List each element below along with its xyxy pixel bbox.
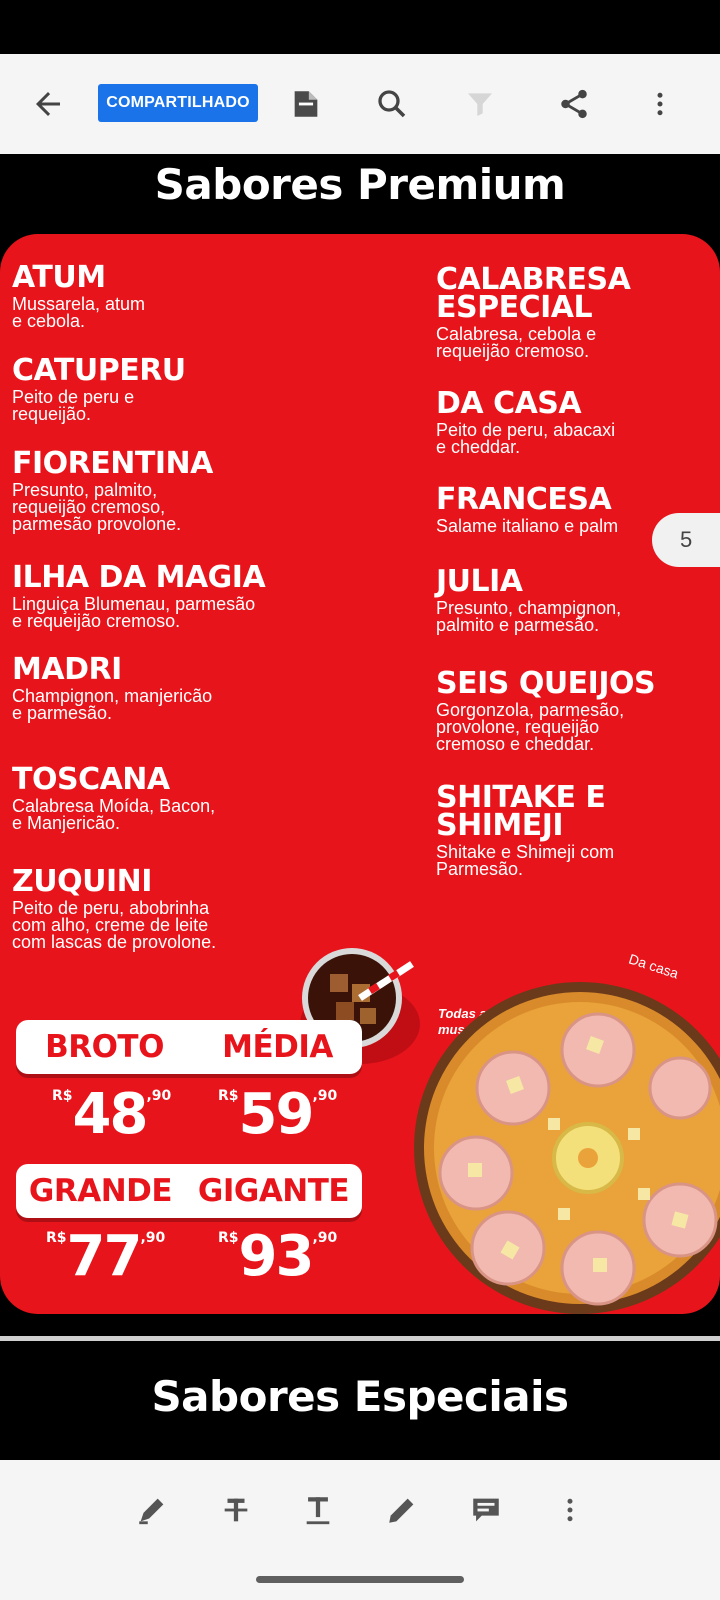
size-label-gigante: GIGANTE	[197, 1173, 350, 1209]
flavor-name: ZUQUINI	[12, 864, 152, 899]
flavor-name: JULIA	[436, 564, 523, 599]
pen-icon[interactable]	[378, 1486, 426, 1534]
price-integer: 77	[66, 1224, 143, 1289]
share-icon[interactable]	[550, 80, 598, 128]
more-vert-icon[interactable]	[636, 80, 684, 128]
reading-mode-icon[interactable]	[282, 80, 330, 128]
section-title-especiais: Sabores Especiais	[151, 1372, 569, 1421]
flavor-description: Calabresa, cebola e requeijão cremoso.	[436, 324, 597, 361]
currency-label: R$	[52, 1088, 73, 1104]
size-label-media: MÉDIA	[222, 1029, 333, 1065]
status-bar	[0, 0, 720, 54]
flavor-description: Peito de peru, abobrinha com alho, creme…	[12, 898, 217, 952]
search-icon[interactable]	[368, 80, 416, 128]
flavor-item: ILHA DA MAGIA Linguiça Blumenau, parmesão…	[12, 560, 266, 631]
flavor-name: TOSCANA	[12, 762, 170, 797]
price-cents: ,90	[146, 1088, 172, 1104]
flavor-description: Shitake e Shimeji com Parmesão.	[436, 842, 615, 879]
highlighter-icon[interactable]	[128, 1486, 176, 1534]
flavor-item: MADRI Champignon, manjericão e parmesão.	[12, 652, 213, 723]
shared-badge[interactable]: COMPARTILHADO	[98, 84, 258, 122]
price-integer: 48	[72, 1082, 149, 1147]
page-divider	[0, 1336, 720, 1341]
currency-label: R$	[218, 1230, 239, 1246]
bottom-toolbar	[0, 1460, 720, 1560]
top-toolbar: COMPARTILHADO	[0, 54, 720, 154]
flavor-item: DA CASA Peito de peru, abacaxi e cheddar.	[436, 386, 616, 457]
flavor-name: ATUM	[12, 260, 106, 295]
price-media: R$59,90	[218, 1082, 337, 1147]
comment-icon[interactable]	[462, 1486, 510, 1534]
flavor-item: ZUQUINI Peito de peru, abobrinha com alho…	[12, 864, 217, 952]
section-title-premium: Sabores Premium	[154, 160, 566, 209]
flavor-name: SEIS QUEIJOS	[436, 666, 656, 701]
price-cents: ,90	[312, 1088, 338, 1104]
size-label-grande: GRANDE	[28, 1173, 173, 1209]
back-arrow-icon[interactable]	[24, 80, 72, 128]
flavor-item: CALABRESA ESPECIAL Calabresa, cebola e re…	[436, 262, 631, 361]
flavor-description: Peito de peru e requeijão.	[12, 387, 135, 424]
price-integer: 93	[238, 1224, 315, 1289]
flavor-description: Presunto, champignon, palmito e parmesão…	[436, 598, 622, 635]
flavor-description: Calabresa Moída, Bacon, e Manjericão.	[12, 796, 216, 833]
size-row-1: BROTO MÉDIA	[16, 1020, 362, 1074]
flavor-name: SHITAKE E SHIMEJI	[436, 780, 606, 843]
flavor-name: FIORENTINA	[12, 446, 213, 481]
flavor-name: FRANCESA	[436, 482, 612, 517]
flavor-description: Linguiça Blumenau, parmesão e requeijão …	[12, 594, 256, 631]
document-view[interactable]: Sabores Premium ATUM Mussarela, atum e ce…	[0, 154, 720, 1460]
flavor-item: JULIA Presunto, champignon, palmito e par…	[436, 564, 622, 635]
price-gigante: R$93,90	[218, 1224, 337, 1289]
flavor-name: CALABRESA ESPECIAL	[436, 262, 631, 325]
flavor-name: DA CASA	[436, 386, 582, 421]
price-grande: R$77,90	[46, 1224, 165, 1289]
price-broto: R$48,90	[52, 1082, 171, 1147]
currency-label: R$	[218, 1088, 239, 1104]
page-indicator[interactable]: 5	[652, 513, 720, 567]
pizza-image: Da casa	[408, 950, 720, 1314]
home-indicator[interactable]	[256, 1576, 464, 1583]
flavor-name: ILHA DA MAGIA	[12, 560, 266, 595]
flavor-item: FIORENTINA Presunto, palmito, requeijão c…	[12, 446, 213, 534]
flavor-name: CATUPERU	[12, 353, 186, 388]
flavor-item: TOSCANA Calabresa Moída, Bacon, e Manjeri…	[12, 762, 216, 833]
text-icon[interactable]	[294, 1486, 342, 1534]
flavor-description: Presunto, palmito, requeijão cremoso, pa…	[12, 480, 182, 534]
flavor-item: SHITAKE E SHIMEJI Shitake e Shimeji com P…	[436, 780, 615, 879]
flavor-item: ATUM Mussarela, atum e cebola.	[12, 260, 146, 331]
flavor-name: MADRI	[12, 652, 122, 687]
flavor-item: CATUPERU Peito de peru e requeijão.	[12, 353, 186, 424]
price-cents: ,90	[312, 1230, 338, 1246]
size-label-broto: BROTO	[45, 1029, 164, 1065]
strikethrough-icon[interactable]	[212, 1486, 260, 1534]
flavor-description: Gorgonzola, parmesão, provolone, requeij…	[436, 700, 625, 754]
gesture-nav-bar	[0, 1560, 720, 1600]
flavor-item: FRANCESA Salame italiano e palm	[436, 482, 619, 536]
size-row-2: GRANDE GIGANTE	[16, 1164, 362, 1218]
flavor-description: Champignon, manjericão e parmesão.	[12, 686, 213, 723]
more-vert-icon[interactable]	[546, 1486, 594, 1534]
flavor-item: SEIS QUEIJOS Gorgonzola, parmesão, provol…	[436, 666, 656, 754]
price-integer: 59	[238, 1082, 315, 1147]
filter-icon	[456, 80, 504, 128]
price-cents: ,90	[140, 1230, 166, 1246]
flavor-description: Mussarela, atum e cebola.	[12, 294, 146, 331]
flavor-description: Salame italiano e palm	[436, 516, 619, 536]
currency-label: R$	[46, 1230, 67, 1246]
menu-card: ATUM Mussarela, atum e cebola. CATUPERU Pei…	[0, 234, 720, 1314]
flavor-description: Peito de peru, abacaxi e cheddar.	[436, 420, 616, 457]
